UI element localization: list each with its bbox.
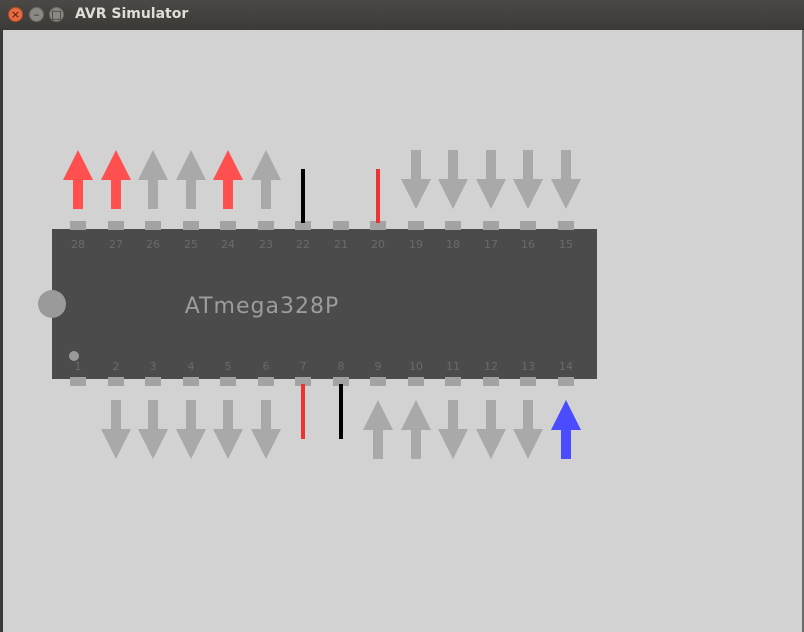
- pin-pad: [445, 377, 461, 386]
- pin-number: 26: [146, 238, 160, 251]
- pin-input-arrow[interactable]: [176, 400, 206, 459]
- pin-pad: [70, 221, 86, 230]
- pin-number: 12: [484, 360, 498, 373]
- pin-pad: [408, 221, 424, 230]
- pin-output-arrow[interactable]: [363, 400, 393, 459]
- chip-label: ATmega328P: [185, 294, 339, 319]
- pin-number: 7: [300, 360, 307, 373]
- pin-pad: [370, 377, 386, 386]
- pin-number: 21: [334, 238, 348, 251]
- pin-pad: [220, 377, 236, 386]
- pin-output-arrow[interactable]: [401, 400, 431, 459]
- pin-number: 5: [225, 360, 232, 373]
- pin-input-arrow[interactable]: [438, 400, 468, 459]
- pin-pad: [445, 221, 461, 230]
- pin-pad: [183, 377, 199, 386]
- pin-number: 14: [559, 360, 573, 373]
- pin-output-arrow[interactable]: [176, 150, 206, 209]
- pin-number: 27: [109, 238, 123, 251]
- pin-input-arrow[interactable]: [251, 400, 281, 459]
- ground-rail: [339, 384, 343, 439]
- pin-output-arrow[interactable]: [101, 150, 131, 209]
- pin-number: 17: [484, 238, 498, 251]
- pin-number: 24: [221, 238, 235, 251]
- power-rail: [301, 384, 305, 439]
- pin-pad: [108, 377, 124, 386]
- pin-pad: [558, 377, 574, 386]
- pin-output-arrow[interactable]: [551, 400, 581, 459]
- pin-output-arrow[interactable]: [251, 150, 281, 209]
- pin-pad: [483, 377, 499, 386]
- pin-input-arrow[interactable]: [401, 150, 431, 209]
- pin-pad: [408, 377, 424, 386]
- pin-number: 13: [521, 360, 535, 373]
- ground-rail: [301, 169, 305, 223]
- pin-input-arrow[interactable]: [138, 400, 168, 459]
- pin-number: 6: [263, 360, 270, 373]
- pin-input-arrow[interactable]: [438, 150, 468, 209]
- pin-input-arrow[interactable]: [551, 150, 581, 209]
- pin-pad: [220, 221, 236, 230]
- pin-pad: [483, 221, 499, 230]
- chip-diagram: ATmega328P 28 27 26 25 24 23 22 21 20 19 18 17 16 151…: [38, 150, 597, 459]
- pin-output-arrow[interactable]: [213, 150, 243, 209]
- pin-pad: [183, 221, 199, 230]
- pin-number: 8: [338, 360, 345, 373]
- power-rail: [376, 169, 380, 223]
- pin-input-arrow[interactable]: [213, 400, 243, 459]
- pin-pad: [70, 377, 86, 386]
- pin-number: 11: [446, 360, 460, 373]
- pin-number: 20: [371, 238, 385, 251]
- pin-number: 25: [184, 238, 198, 251]
- pin-output-arrow[interactable]: [138, 150, 168, 209]
- pin-input-arrow[interactable]: [513, 400, 543, 459]
- pin-number: 19: [409, 238, 423, 251]
- pin-pad: [145, 377, 161, 386]
- pin-number: 1: [75, 360, 82, 373]
- pin-pad: [558, 221, 574, 230]
- pin-pad: [258, 377, 274, 386]
- pin-pad: [108, 221, 124, 230]
- pin-pad: [520, 377, 536, 386]
- pin-number: 4: [188, 360, 195, 373]
- pin-output-arrow[interactable]: [63, 150, 93, 209]
- chip-notch: [38, 290, 66, 318]
- pin-pad: [258, 221, 274, 230]
- pin-number: 10: [409, 360, 423, 373]
- pin-number: 2: [113, 360, 120, 373]
- pin-input-arrow[interactable]: [476, 400, 506, 459]
- pin-pad: [333, 221, 349, 230]
- pin-input-arrow[interactable]: [476, 150, 506, 209]
- pin-number: 9: [375, 360, 382, 373]
- pin-pad: [520, 221, 536, 230]
- pin-number: 28: [71, 238, 85, 251]
- pin-number: 18: [446, 238, 460, 251]
- pin-number: 16: [521, 238, 535, 251]
- pin-number: 3: [150, 360, 157, 373]
- pin-number: 22: [296, 238, 310, 251]
- pin-number: 23: [259, 238, 273, 251]
- pin-input-arrow[interactable]: [513, 150, 543, 209]
- pin-input-arrow[interactable]: [101, 400, 131, 459]
- pin-number: 15: [559, 238, 573, 251]
- pin-pad: [145, 221, 161, 230]
